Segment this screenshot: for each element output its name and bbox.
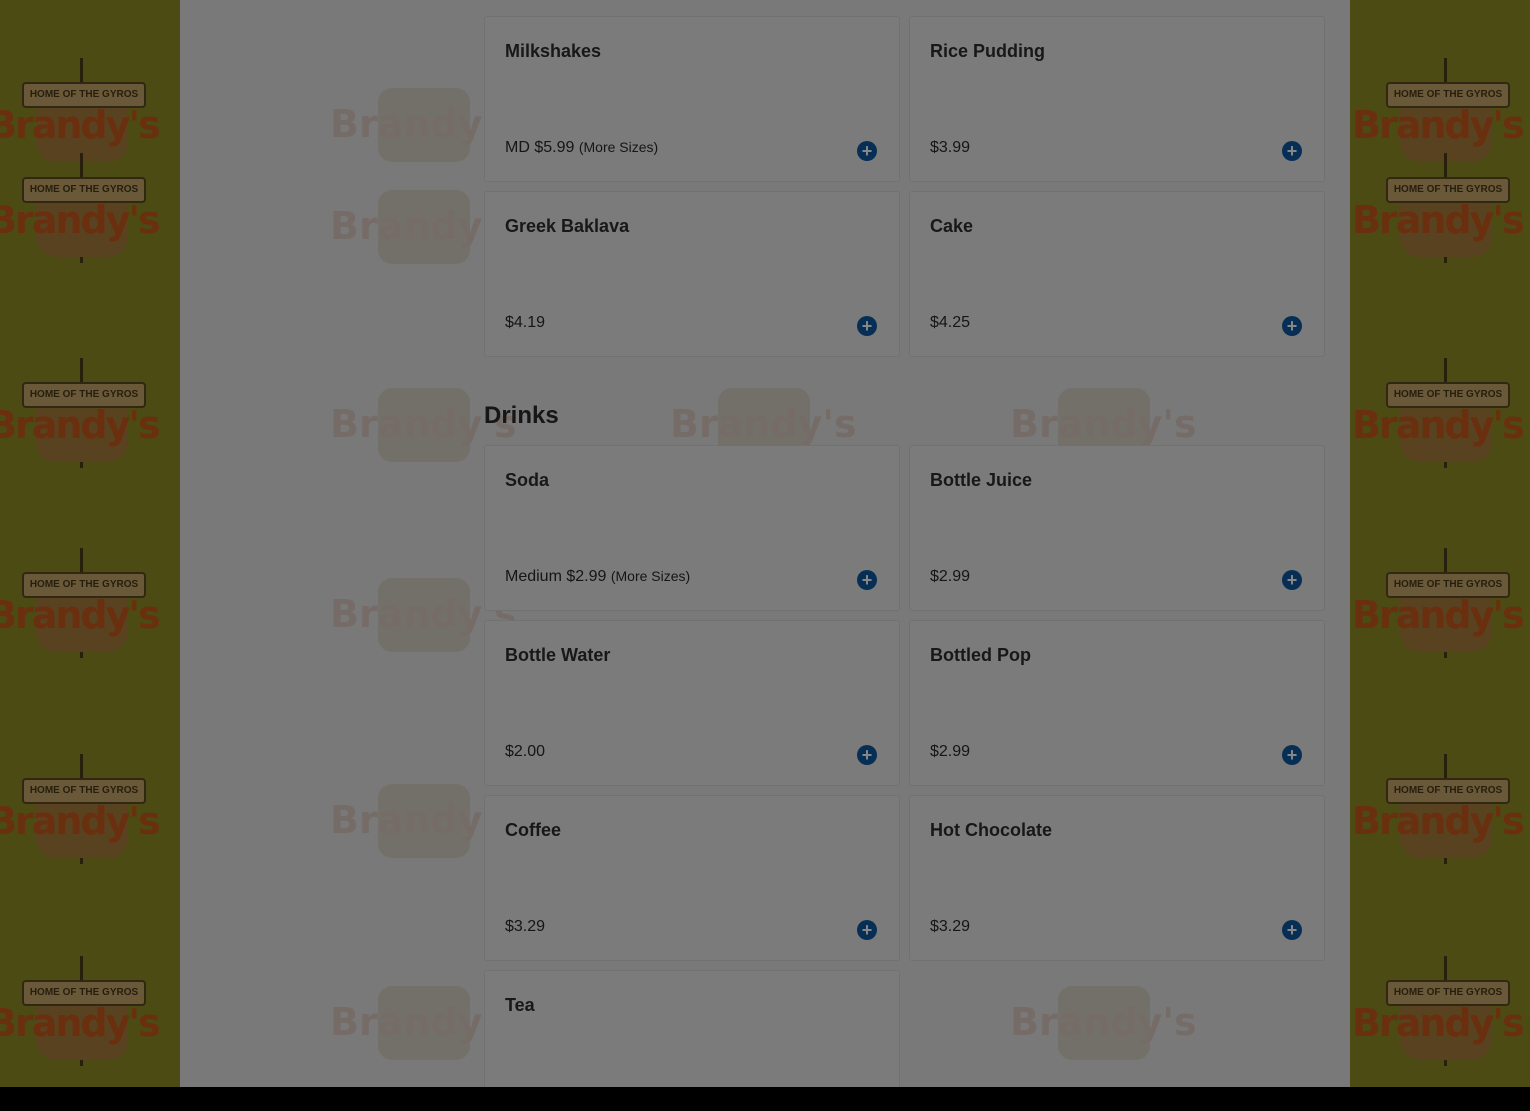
logo-watermark: Brandy's [1010,956,1200,1066]
add-to-order-icon[interactable]: + [1282,745,1302,765]
item-price: $3.99 [930,139,971,156]
menu-item-card[interactable]: Bottle Juice $2.99 + [909,445,1325,611]
section-title-drinks: Drinks [484,402,559,429]
item-name: Rice Pudding [930,41,1046,61]
left-decorative-panel: HOME OF THE GYROS Brandy's HOME OF THE GYR… [0,0,180,1087]
logo-wordmark: Brandy's [1352,103,1525,147]
logo-wordmark: Brandy's [0,103,161,147]
logo-wordmark: Brandy's [1352,403,1525,447]
logo-wordmark: Brandy's [1010,402,1197,446]
right-decorative-panel: HOME OF THE GYROS Brandy's HOME OF THE GYR… [1350,0,1530,1087]
menu-item-card[interactable]: Tea [484,970,900,1087]
item-price: Medium $2.99 (More Sizes) [505,568,691,585]
logo-wordmark: Brandy's [1352,1001,1525,1045]
menu-item-card[interactable]: Hot Chocolate $3.29 + [909,795,1325,961]
add-to-order-icon[interactable]: + [857,570,877,590]
add-to-order-icon[interactable]: + [1282,316,1302,336]
item-name: Milkshakes [505,41,602,61]
logo-wordmark: Brandy's [1352,593,1525,637]
brand-logo: HOME OF THE GYROS Brandy's [1352,153,1530,263]
item-name: Bottle Juice [930,470,1033,490]
brand-logo: HOME OF THE GYROS Brandy's [0,956,178,1066]
menu-item-card[interactable]: Coffee $3.29 + [484,795,900,961]
add-to-order-icon[interactable]: + [857,920,877,940]
brand-logo: HOME OF THE GYROS Brandy's [1352,358,1530,468]
logo-wordmark: Brandy's [670,402,857,446]
brand-logo: HOME OF THE GYROS Brandy's [1352,58,1530,168]
brand-logo: HOME OF THE GYROS Brandy's [0,153,178,263]
item-name: Cake [930,216,974,236]
menu-item-card[interactable]: Cake $4.25 + [909,191,1325,357]
brand-logo: HOME OF THE GYROS Brandy's [1352,754,1530,864]
more-sizes-link[interactable]: (More Sizes) [611,568,690,584]
item-name: Hot Chocolate [930,820,1053,840]
item-price: $3.29 [930,918,971,935]
add-to-order-icon[interactable]: + [857,316,877,336]
item-price: $4.19 [505,314,546,331]
logo-wordmark: Brandy's [0,593,161,637]
item-name: Bottled Pop [930,645,1031,665]
brand-logo: HOME OF THE GYROS Brandy's [1352,548,1530,658]
add-to-order-icon[interactable]: + [1282,141,1302,161]
logo-wordmark: Brandy's [0,403,161,447]
brand-logo: HOME OF THE GYROS Brandy's [1352,956,1530,1066]
logo-wordmark: Brandy's [1352,799,1525,843]
logo-wordmark: Brandy's [0,799,161,843]
item-price: $2.00 [505,743,546,760]
add-to-order-icon[interactable]: + [1282,570,1302,590]
logo-wordmark: Brandy's [0,198,161,242]
page: HOME OF THE GYROS Brandy's HOME OF THE GYR… [0,0,1530,1087]
menu-item-card[interactable]: Milkshakes MD $5.99 (More Sizes) + [484,16,900,182]
add-to-order-icon[interactable]: + [1282,920,1302,940]
menu-item-card[interactable]: Greek Baklava $4.19 + [484,191,900,357]
item-name: Bottle Water [505,645,611,665]
logo-wordmark: Brandy's [1352,198,1525,242]
brand-logo: HOME OF THE GYROS Brandy's [0,754,178,864]
item-name: Tea [505,995,535,1015]
item-name: Coffee [505,820,562,840]
brand-logo: HOME OF THE GYROS Brandy's [0,358,178,468]
logo-wordmark: Brandy's [0,1001,161,1045]
item-price: $2.99 [930,743,971,760]
logo-wordmark: Brandy's [1010,1000,1197,1044]
more-sizes-link[interactable]: (More Sizes) [579,139,658,155]
item-price: $3.29 [505,918,546,935]
brand-logo: HOME OF THE GYROS Brandy's [0,548,178,658]
add-to-order-icon[interactable]: + [857,745,877,765]
menu-item-card[interactable]: Bottled Pop $2.99 + [909,620,1325,786]
brand-logo: HOME OF THE GYROS Brandy's [0,58,178,168]
item-name: Greek Baklava [505,216,630,236]
item-price: $2.99 [930,568,971,585]
menu-item-card[interactable]: Soda Medium $2.99 (More Sizes) + [484,445,900,611]
item-price: MD $5.99 (More Sizes) [505,139,659,156]
item-name: Soda [505,470,550,490]
menu-item-card[interactable]: Bottle Water $2.00 + [484,620,900,786]
menu-item-card[interactable]: Rice Pudding $3.99 + [909,16,1325,182]
add-to-order-icon[interactable]: + [857,141,877,161]
item-price: $4.25 [930,314,971,331]
